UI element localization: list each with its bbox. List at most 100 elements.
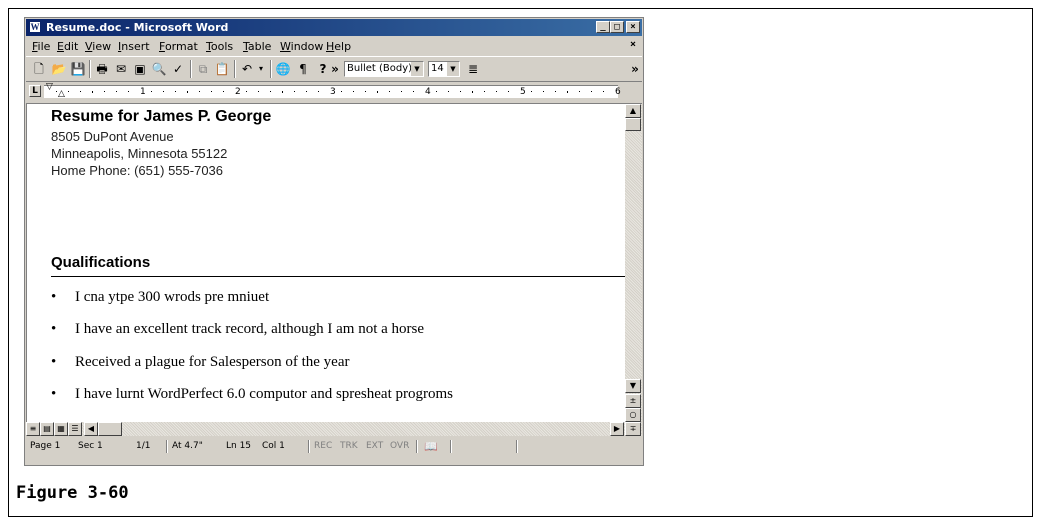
more-buttons-icon[interactable]: » (330, 60, 340, 78)
copy-icon[interactable]: ⧉ (194, 60, 212, 78)
ruler-tick (56, 91, 57, 92)
list-item-text: I cna ytpe 300 wrods pre mniuet (75, 289, 270, 305)
bullet-icon: • (51, 354, 57, 370)
ruler-tick (448, 91, 449, 92)
menu-tools[interactable]: Tools (206, 40, 233, 53)
ruler-tick (199, 91, 200, 92)
horizontal-scrollbar[interactable]: ≡ ▤ ▦ ☰ ◀ ▶ (26, 422, 625, 436)
menu-window[interactable]: Window (280, 40, 323, 53)
status-separator (416, 440, 418, 453)
vertical-scrollbar[interactable]: ▲ ▼ ± ○ ∓ (625, 104, 642, 436)
bullet-icon: • (51, 321, 57, 337)
outline-view-icon[interactable]: ☰ (68, 422, 82, 436)
list-item-text: I have lurnt WordPerfect 6.0 computor an… (75, 386, 453, 402)
scroll-down-icon[interactable]: ▼ (625, 379, 641, 393)
new-icon[interactable]: 🗋 (30, 60, 48, 78)
menu-insert[interactable]: Insert (118, 40, 150, 53)
undo-dropdown-icon[interactable]: ▾ (252, 60, 270, 78)
scroll-up-icon[interactable]: ▲ (625, 104, 641, 118)
tab-selector[interactable]: L (29, 85, 41, 97)
list-item: • Received a plague for Salesperson of th… (51, 354, 349, 371)
first-line-indent-marker[interactable]: ▽ (46, 82, 53, 92)
ruler-tick (246, 91, 247, 92)
size-combo[interactable]: 14 ▼ (428, 61, 460, 77)
list-item: • I cna ytpe 300 wrods pre mniuet (51, 289, 269, 306)
spelling-status-icon[interactable]: 📖 (424, 440, 438, 453)
address-line: 8505 DuPont Avenue (51, 129, 174, 144)
hanging-indent-marker[interactable]: △ (58, 89, 65, 99)
ruler-tick (591, 91, 592, 92)
style-combo[interactable]: Bullet (Body) ▼ (344, 61, 424, 77)
menu-format[interactable]: Format (159, 40, 198, 53)
h-scroll-thumb[interactable] (98, 422, 122, 436)
scroll-right-icon[interactable]: ▶ (610, 422, 624, 436)
status-ovr[interactable]: OVR (390, 440, 409, 453)
normal-view-icon[interactable]: ≡ (26, 422, 40, 436)
menu-file[interactable]: File (32, 40, 50, 53)
title-bar[interactable]: W Resume.doc - Microsoft Word _ □ × (26, 19, 642, 36)
ruler-tick (318, 91, 319, 92)
ruler-number: 2 (235, 87, 241, 97)
menu-view[interactable]: View (85, 40, 111, 53)
web-icon[interactable]: 🌐 (274, 60, 292, 78)
print-icon[interactable]: 🖶 (93, 60, 111, 78)
ruler-tick (365, 91, 366, 92)
email-icon[interactable]: ✉ (112, 60, 130, 78)
previous-page-icon[interactable]: ± (625, 394, 641, 408)
menu-help[interactable]: Help (326, 40, 351, 53)
ruler-tick (258, 91, 259, 92)
ruler-tick (163, 91, 164, 92)
web-layout-view-icon[interactable]: ▤ (40, 422, 54, 436)
status-section: Sec 1 (78, 441, 103, 451)
scroll-thumb[interactable] (625, 118, 641, 131)
chevron-down-icon[interactable]: ▼ (447, 62, 459, 76)
spelling-icon[interactable]: ✓ (169, 60, 187, 78)
list-item: • I have lurnt WordPerfect 6.0 computor a… (51, 386, 453, 403)
status-column: Col 1 (262, 441, 285, 451)
toolbar-separator (234, 60, 236, 78)
scroll-left-icon[interactable]: ◀ (84, 422, 98, 436)
minimize-button[interactable]: _ (596, 21, 610, 33)
status-page-count: 1/1 (136, 441, 151, 451)
ruler-strip[interactable]: ▽ △ 1 2 3 4 5 6 (44, 82, 621, 99)
show-marks-icon[interactable]: ¶ (294, 60, 312, 78)
word-app-icon[interactable]: W (29, 21, 41, 33)
ruler-tick (151, 91, 152, 92)
menu-table[interactable]: Table (243, 40, 271, 53)
ruler-tick (223, 91, 224, 92)
browse-object-icon[interactable]: ○ (625, 408, 641, 422)
ruler-tick (341, 91, 342, 92)
toolbar-overflow-icon[interactable]: » (630, 60, 640, 78)
save-icon[interactable]: 💾 (69, 60, 87, 78)
print-layout-view-icon[interactable]: ▦ (54, 422, 68, 436)
ruler-tick (436, 91, 437, 92)
ruler-tick (294, 91, 295, 92)
list-item-text: I have an excellent track record, althou… (75, 321, 425, 337)
status-rec[interactable]: REC (314, 440, 332, 453)
ruler-tick (401, 91, 402, 92)
status-ext[interactable]: EXT (366, 440, 383, 453)
ruler-half-tick (282, 91, 283, 93)
document-page[interactable]: Resume for James P. George 8505 DuPont A… (26, 104, 625, 422)
paste-icon[interactable]: 📋 (213, 60, 231, 78)
open-icon[interactable]: 📂 (50, 60, 68, 78)
ruler-number: 5 (520, 87, 526, 97)
chevron-down-icon[interactable]: ▼ (411, 62, 423, 76)
maximize-button[interactable]: □ (610, 21, 624, 33)
ruler-tick (353, 91, 354, 92)
ruler-tick (508, 91, 509, 92)
print-preview-icon[interactable]: ▣ (131, 60, 149, 78)
preview-icon[interactable]: 🔍 (150, 60, 168, 78)
horizontal-ruler[interactable]: L ▽ △ 1 2 3 4 5 6 (26, 81, 642, 104)
next-page-icon[interactable]: ∓ (625, 422, 641, 436)
ruler-tick (128, 91, 129, 92)
menu-edit[interactable]: Edit (57, 40, 78, 53)
bullets-icon[interactable]: ≣ (464, 60, 482, 78)
ruler-tick (175, 91, 176, 92)
status-trk[interactable]: TRK (340, 440, 358, 453)
status-separator (166, 440, 168, 453)
size-combo-value: 14 (431, 63, 444, 74)
close-button[interactable]: × (626, 21, 640, 33)
document-close-icon[interactable]: × (627, 39, 639, 51)
status-position: At 4.7" (172, 441, 203, 451)
